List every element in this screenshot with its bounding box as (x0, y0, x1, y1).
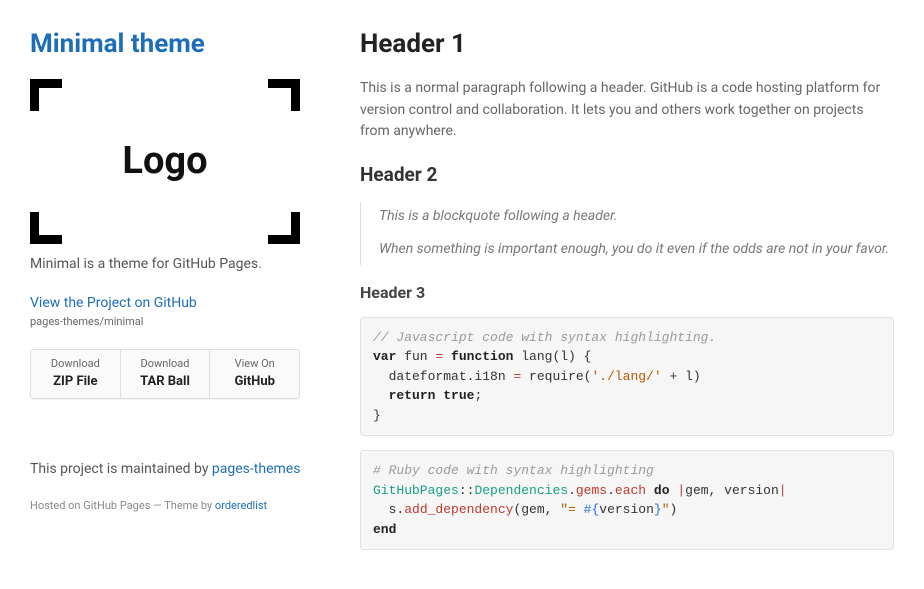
button-small-label: Download (141, 357, 190, 370)
code-string: " (662, 502, 670, 517)
code-operator: | (779, 483, 787, 498)
code-comment: # Ruby code with syntax highlighting (373, 463, 654, 478)
code-text: require( (521, 369, 591, 384)
sidebar: Minimal theme Logo Minimal is a theme fo… (30, 25, 330, 564)
code-method: add_dependency (404, 502, 513, 517)
code-keyword: true (435, 388, 474, 403)
github-repo-slug: pages-themes/minimal (30, 314, 310, 331)
code-text: } (373, 408, 381, 423)
button-big-label: TAR Ball (125, 372, 206, 392)
code-text: dateformat.i18n (373, 369, 513, 384)
code-class: Dependencies (474, 483, 568, 498)
blockquote-line: This is a blockquote following a header. (379, 206, 894, 228)
code-block-ruby: # Ruby code with syntax highlighting Git… (360, 450, 894, 550)
maintainer-link[interactable]: pages-themes (212, 461, 301, 477)
code-text: s. (373, 502, 404, 517)
footer-prefix: Hosted on GitHub Pages — Theme by (30, 499, 215, 512)
code-string: './lang/' (591, 369, 661, 384)
code-text: . (607, 483, 615, 498)
heading-1: Header 1 (360, 25, 894, 64)
code-method: gems (576, 483, 607, 498)
corner-icon (30, 79, 62, 111)
code-method: each (615, 483, 646, 498)
paragraph: This is a normal paragraph following a h… (360, 78, 894, 143)
code-text (373, 388, 389, 403)
download-buttons: Download ZIP File Download TAR Ball View… (30, 349, 300, 399)
view-github-button[interactable]: View On GitHub (210, 350, 299, 398)
heading-3: Header 3 (360, 281, 894, 305)
code-keyword: do (646, 483, 677, 498)
maintainer-note: This project is maintained by pages-them… (30, 459, 310, 480)
download-zip-button[interactable]: Download ZIP File (31, 350, 121, 398)
code-text: version (599, 502, 654, 517)
code-string: "= (560, 502, 583, 517)
logo-placeholder: Logo (30, 79, 300, 244)
github-project-link[interactable]: View the Project on GitHub (30, 295, 197, 311)
code-class: GitHubPages (373, 483, 459, 498)
code-text: ; (474, 388, 482, 403)
code-text: (gem, (513, 502, 560, 517)
theme-author-link[interactable]: orderedlist (215, 499, 267, 512)
code-keyword: function (443, 349, 513, 364)
code-text: ) (670, 502, 678, 517)
logo-text: Logo (122, 133, 207, 190)
site-title-link[interactable]: Minimal theme (30, 29, 205, 59)
corner-icon (30, 212, 62, 244)
site-title: Minimal theme (30, 25, 310, 64)
content: Header 1 This is a normal paragraph foll… (330, 25, 894, 564)
code-comment: // Javascript code with syntax highlight… (373, 330, 716, 345)
code-text: + l) (662, 369, 701, 384)
code-interp: } (654, 502, 662, 517)
corner-icon (268, 79, 300, 111)
code-keyword: var (373, 349, 396, 364)
code-operator: | (677, 483, 685, 498)
code-block-js: // Javascript code with syntax highlight… (360, 317, 894, 437)
code-text: fun (396, 349, 435, 364)
code-text: . (568, 483, 576, 498)
tagline: Minimal is a theme for GitHub Pages. (30, 254, 310, 275)
heading-2: Header 2 (360, 161, 894, 190)
code-text: lang(l) { (513, 349, 591, 364)
button-small-label: Download (51, 357, 100, 370)
code-keyword: return (389, 388, 436, 403)
code-text: :: (459, 483, 475, 498)
blockquote: This is a blockquote following a header.… (360, 202, 894, 265)
footer-note: Hosted on GitHub Pages — Theme by ordere… (30, 498, 310, 515)
button-big-label: ZIP File (35, 372, 116, 392)
download-tar-button[interactable]: Download TAR Ball (121, 350, 211, 398)
button-big-label: GitHub (214, 372, 295, 392)
button-small-label: View On (235, 357, 275, 370)
blockquote-line: When something is important enough, you … (379, 239, 894, 261)
code-text: gem, version (685, 483, 779, 498)
corner-icon (268, 212, 300, 244)
code-keyword: end (373, 522, 396, 537)
code-interp: #{ (584, 502, 600, 517)
maintainer-prefix: This project is maintained by (30, 461, 212, 477)
